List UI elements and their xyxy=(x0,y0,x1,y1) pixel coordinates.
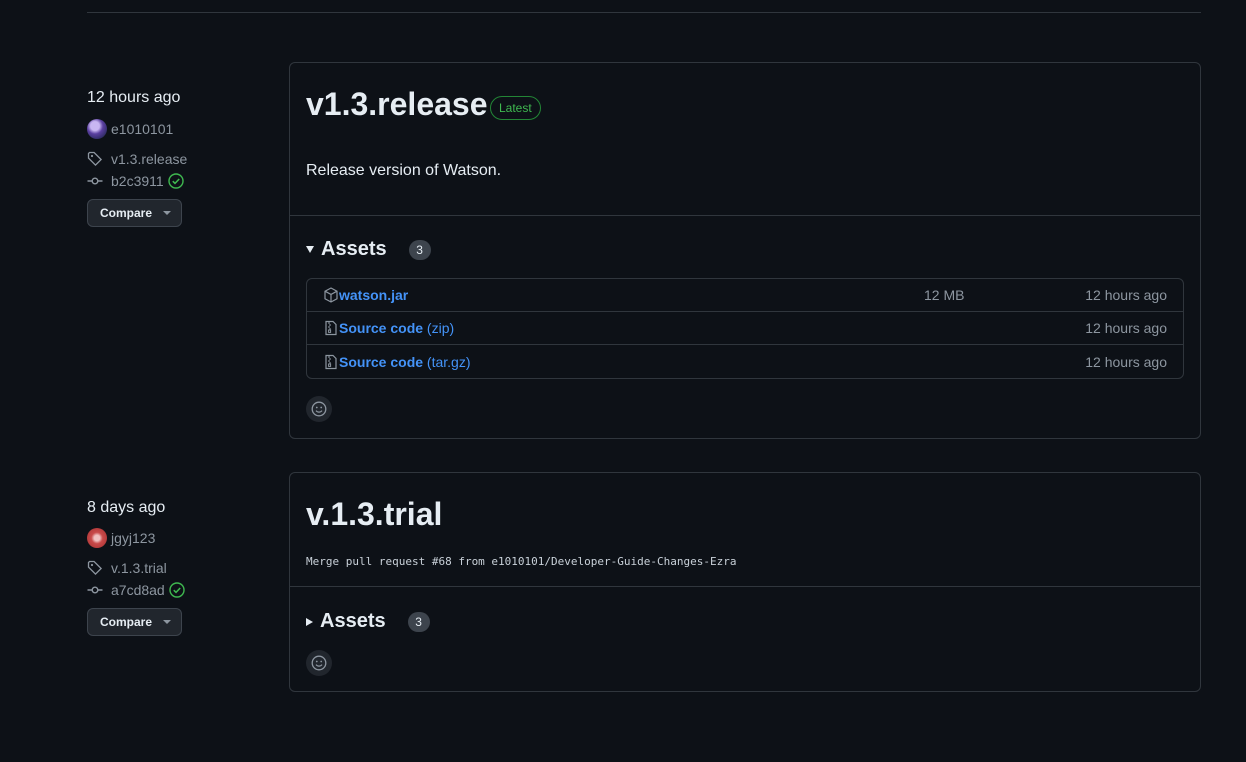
commit-icon xyxy=(87,582,103,598)
check-circle-icon[interactable] xyxy=(169,582,185,598)
caret-down-icon xyxy=(163,211,172,215)
assets-label: Assets xyxy=(321,238,387,260)
asset-time: 12 hours ago xyxy=(1085,353,1167,370)
asset-time: 12 hours ago xyxy=(1085,287,1167,303)
compare-label: Compare xyxy=(100,206,153,220)
compare-label: Compare xyxy=(100,615,153,629)
assets-count-badge: 3 xyxy=(408,239,431,260)
divider xyxy=(290,215,1200,216)
tag-link[interactable]: v1.3.release xyxy=(87,151,187,167)
commit-sha: a7cd8ad xyxy=(111,582,165,598)
asset-link[interactable]: watson.jar xyxy=(339,287,408,303)
avatar xyxy=(87,119,107,139)
add-reaction-button[interactable] xyxy=(306,650,332,676)
author-name: e1010101 xyxy=(111,121,174,137)
asset-time: 12 hours ago xyxy=(1085,320,1167,336)
release-title[interactable]: v.1.3.trial xyxy=(306,496,442,533)
smiley-icon xyxy=(311,401,327,417)
top-divider xyxy=(87,12,1201,13)
avatar xyxy=(87,528,107,548)
tag-name: v1.3.release xyxy=(111,151,188,167)
latest-badge: Latest xyxy=(490,96,541,120)
assets-label: Assets xyxy=(320,610,386,632)
package-icon xyxy=(323,287,339,303)
list-item: watson.jar 12 MB 12 hours ago xyxy=(307,279,1183,312)
caret-down-icon xyxy=(163,620,172,624)
author-link[interactable]: jgyj123 xyxy=(87,528,155,548)
add-reaction-button[interactable] xyxy=(306,396,332,422)
list-item: Source code (tar.gz) 12 hours ago xyxy=(307,345,1183,378)
tag-link[interactable]: v.1.3.trial xyxy=(87,560,167,576)
file-zip-icon xyxy=(323,354,339,370)
tag-icon xyxy=(87,151,103,167)
compare-button[interactable]: Compare xyxy=(87,199,182,227)
commit-link[interactable]: b2c3911 xyxy=(87,173,184,189)
author-link[interactable]: e1010101 xyxy=(87,119,173,139)
asset-size: 12 MB xyxy=(924,287,965,303)
triangle-down-icon xyxy=(306,246,314,253)
smiley-icon xyxy=(311,655,327,671)
assets-count-badge: 3 xyxy=(407,611,430,632)
compare-button[interactable]: Compare xyxy=(87,608,182,636)
tag-name: v.1.3.trial xyxy=(111,560,167,576)
assets-toggle[interactable]: Assets 3 xyxy=(306,238,431,261)
release-description: Merge pull request #68 from e1010101/Dev… xyxy=(306,555,737,568)
asset-list: watson.jar 12 MB 12 hours ago Source cod… xyxy=(306,278,1184,379)
list-item: Source code (zip) 12 hours ago xyxy=(307,312,1183,345)
release-title[interactable]: v1.3.release xyxy=(306,86,488,123)
triangle-right-icon xyxy=(306,617,313,626)
author-name: jgyj123 xyxy=(111,530,156,546)
commit-icon xyxy=(87,173,103,189)
asset-link[interactable]: Source code (tar.gz) xyxy=(339,354,471,370)
assets-toggle[interactable]: Assets 3 xyxy=(306,610,430,633)
release-card: v1.3.release Latest Release version of W… xyxy=(289,62,1201,439)
file-zip-icon xyxy=(323,320,339,336)
release-card: v.1.3.trial Merge pull request #68 from … xyxy=(289,472,1201,692)
commit-sha: b2c3911 xyxy=(111,173,164,189)
asset-link[interactable]: Source code (zip) xyxy=(339,320,454,336)
divider xyxy=(290,586,1200,587)
commit-link[interactable]: a7cd8ad xyxy=(87,582,185,598)
release-date: 12 hours ago xyxy=(87,89,181,106)
release-date: 8 days ago xyxy=(87,499,166,516)
release-description: Release version of Watson. xyxy=(306,162,502,179)
check-circle-icon[interactable] xyxy=(167,173,184,189)
tag-icon xyxy=(87,560,103,576)
